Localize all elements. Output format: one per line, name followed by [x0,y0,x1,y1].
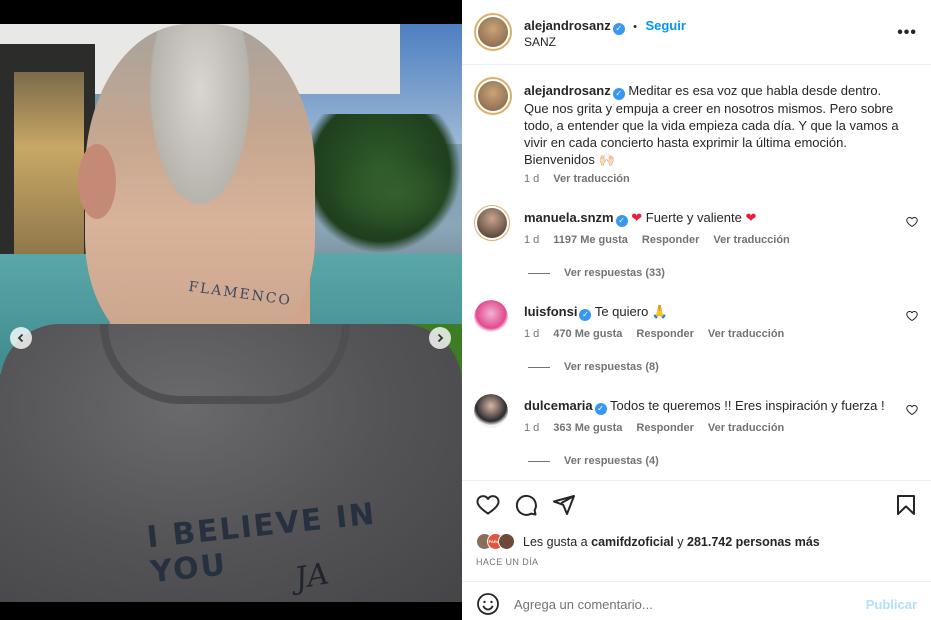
comment-avatar[interactable] [474,300,508,334]
verified-icon: ✓ [612,88,625,100]
post-media[interactable]: FLAMENCO I BELIEVE IN YOU JA [0,24,462,602]
comment-row: dulcemaria ✓ Todos te queremos !! Eres in… [524,398,885,415]
chevron-right-icon [437,333,444,343]
caption-avatar[interactable] [474,77,512,115]
comment-text: Todos te queremos !! Eres inspiración y … [610,398,885,413]
carousel-next-button[interactable] [429,327,451,349]
heart-icon[interactable] [476,493,500,517]
likes-first-user[interactable]: camifdzoficial [591,535,674,549]
view-replies-link[interactable]: Ver respuestas (4) [528,455,659,467]
caption-translate-link[interactable]: Ver traducción [553,173,629,185]
comment-like-heart-icon[interactable] [906,404,918,416]
comment-username[interactable]: luisfonsi [524,304,577,319]
post-side-panel: alejandrosanz ✓ • Seguir SANZ ••• alejand… [462,0,931,620]
comment-like-heart-icon[interactable] [906,310,918,322]
comment-input[interactable]: Agrega un comentario... [514,597,653,612]
translate-link[interactable]: Ver traducción [713,234,789,246]
caption-username[interactable]: alejandrosanz [524,83,611,98]
caption: alejandrosanz ✓ Meditar es esa voz que ha… [524,82,909,168]
carousel-prev-button[interactable] [10,327,32,349]
comment-likes[interactable]: 1197 Me gusta [553,234,628,246]
more-options-icon[interactable]: ••• [897,24,917,42]
translate-link[interactable]: Ver traducción [708,422,784,434]
likes-prefix: Les gusta a [523,534,588,549]
view-replies-link[interactable]: Ver respuestas (33) [528,267,665,279]
comment-username[interactable]: manuela.snzm [524,210,614,225]
add-comment-bar: Agrega un comentario... Publicar [462,581,931,620]
comment-likes[interactable]: 363 Me gusta [553,422,622,434]
share-icon[interactable] [552,493,576,517]
author-avatar[interactable] [474,13,512,51]
comment-row: luisfonsi ✓ Te quiero 🙏 [524,304,668,321]
comment-time: 1 d [524,234,540,246]
comment-meta: 1 d 1197 Me gusta Responder Ver traducci… [524,234,790,246]
verified-icon: ✓ [612,23,625,35]
verified-icon: ✓ [579,309,592,321]
comment-username[interactable]: dulcemaria [524,398,593,413]
comments-section[interactable]: alejandrosanz ✓ Meditar es esa voz que ha… [462,66,931,479]
reply-link[interactable]: Responder [636,328,693,340]
comment-likes[interactable]: 470 Me gusta [553,328,622,340]
view-replies-link[interactable]: Ver respuestas (8) [528,361,659,373]
chevron-left-icon [17,333,24,343]
comment-icon[interactable] [514,493,538,517]
author-line: alejandrosanz ✓ • Seguir [524,17,686,35]
caption-meta: 1 d Ver traducción [524,173,630,185]
likes-summary: PARAS Les gusta a camifdzoficial y 281.7… [476,533,820,550]
publish-button[interactable]: Publicar [866,597,917,612]
comment-meta: 1 d 363 Me gusta Responder Ver traducció… [524,422,784,434]
post-header: alejandrosanz ✓ • Seguir SANZ ••• [462,0,931,65]
view-replies-label: Ver respuestas (4) [564,455,659,467]
liker-avatars: PARAS [476,533,515,550]
comment-text: Fuerte y valiente [645,210,742,225]
translate-link[interactable]: Ver traducción [708,328,784,340]
follow-button[interactable]: Seguir [645,18,685,33]
comment-row: manuela.snzm ✓ ❤ Fuerte y valiente ❤ [524,210,756,227]
red-heart-emoji-icon: ❤ [745,210,757,225]
reply-link[interactable]: Responder [636,422,693,434]
likes-count[interactable]: 281.742 personas más [687,535,820,549]
reply-link[interactable]: Responder [642,234,699,246]
red-heart-emoji-icon: ❤ [631,210,643,225]
emoji-icon[interactable] [476,592,500,616]
verified-icon: ✓ [594,403,607,415]
liker-avatar [498,533,515,550]
post-subtitle: SANZ [524,35,557,49]
comment-avatar[interactable] [474,205,510,241]
bookmark-icon[interactable] [894,493,918,517]
post-timestamp: HACE UN DÍA [476,557,539,567]
comment-text: Te quiero 🙏 [594,304,669,319]
comment-time: 1 d [524,422,540,434]
author-username[interactable]: alejandrosanz [524,18,611,33]
instagram-post-window: FLAMENCO I BELIEVE IN YOU JA alejandrosa… [0,0,931,620]
verified-icon: ✓ [615,215,628,227]
comment-meta: 1 d 470 Me gusta Responder Ver traducció… [524,328,784,340]
view-replies-label: Ver respuestas (33) [564,267,665,279]
ear [78,144,116,219]
separator-dot: • [633,21,638,33]
comment-like-heart-icon[interactable] [906,216,918,228]
view-replies-label: Ver respuestas (8) [564,361,659,373]
comment-avatar[interactable] [474,394,508,428]
likes-connector: y [677,534,684,549]
shirt-signature: JA [292,556,332,597]
caption-time: 1 d [524,173,540,185]
post-actions: PARAS Les gusta a camifdzoficial y 281.7… [462,480,931,615]
comment-time: 1 d [524,328,540,340]
